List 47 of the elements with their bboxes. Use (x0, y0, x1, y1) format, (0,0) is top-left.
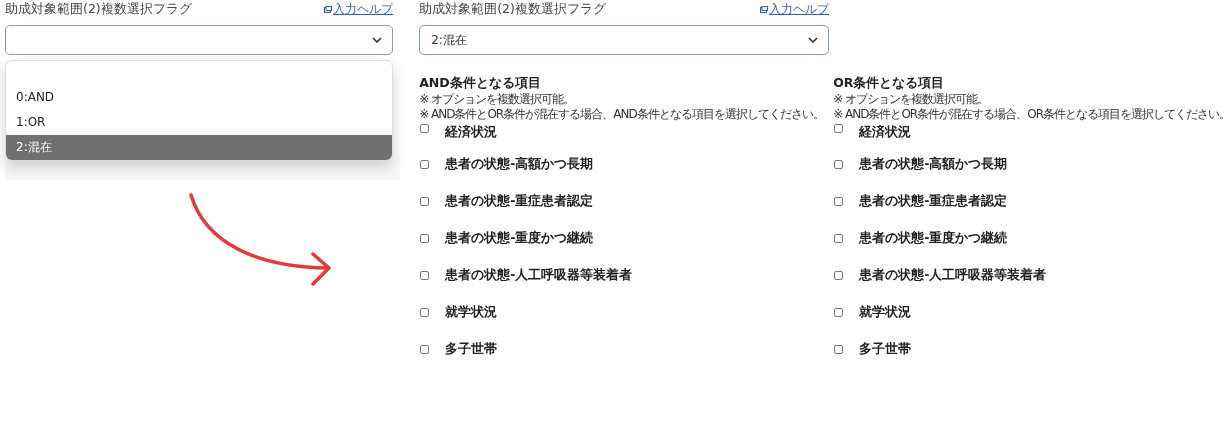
option-label: 多子世帯 (445, 341, 498, 358)
checkbox[interactable] (834, 345, 844, 354)
note-text: ※ オプションを複数選択可能。 (419, 92, 575, 107)
note-text: ※ AND条件とOR条件が混在する場合、OR条件となる項目を選択してください。 (833, 107, 1230, 122)
checkbox[interactable] (834, 234, 844, 243)
checkbox[interactable] (834, 197, 844, 206)
option-label: 経済状況 (445, 124, 498, 141)
dropdown-option[interactable]: 2:混在 (6, 135, 392, 160)
option-label: 患者の状態-重症患者認定 (445, 193, 594, 210)
field-label: 助成対象範囲(2)複数選択フラグ (5, 1, 192, 18)
option-label: 患者の状態-人工呼吸器等装着者 (859, 267, 1047, 284)
checkbox[interactable] (420, 308, 430, 317)
option-label: 患者の状態-重度かつ継続 (859, 230, 1008, 247)
chevron-down-icon (372, 37, 382, 43)
checkbox[interactable] (834, 124, 844, 133)
option-label: 患者の状態-人工呼吸器等装着者 (445, 267, 633, 284)
checkbox[interactable] (420, 234, 430, 243)
external-link-icon (324, 6, 332, 13)
select-field[interactable] (5, 25, 393, 55)
select-field[interactable]: 2:混在 (419, 25, 830, 55)
chevron-down-icon (808, 37, 819, 43)
option-label: 患者の状態-高額かつ長期 (859, 156, 1008, 173)
field-label: 助成対象範囲(2)複数選択フラグ (419, 1, 606, 18)
option-label: 患者の状態-重度かつ継続 (445, 230, 594, 247)
checkbox[interactable] (834, 308, 844, 317)
help-link[interactable]: 入力ヘルプ (760, 1, 830, 18)
checkbox[interactable] (420, 271, 430, 280)
dropdown-option[interactable]: 1:OR (6, 110, 392, 135)
checkbox[interactable] (420, 197, 430, 206)
option-label: 就学状況 (445, 304, 498, 321)
option-label: 経済状況 (859, 124, 912, 141)
checkbox[interactable] (420, 160, 430, 169)
option-label: 患者の状態-高額かつ長期 (445, 156, 594, 173)
checkbox[interactable] (834, 271, 844, 280)
checkbox[interactable] (420, 345, 430, 354)
dropdown-option[interactable]: 0:AND (6, 85, 392, 110)
checkbox[interactable] (834, 160, 844, 169)
group-heading: OR条件となる項目 (833, 75, 946, 92)
group-heading: AND条件となる項目 (419, 75, 542, 92)
external-link-icon (760, 6, 769, 13)
checkbox[interactable] (420, 124, 430, 133)
help-link[interactable]: 入力ヘルプ (324, 1, 393, 18)
option-label: 患者の状態-重症患者認定 (859, 193, 1008, 210)
option-label: 就学状況 (859, 304, 912, 321)
note-text: ※ AND条件とOR条件が混在する場合、AND条件となる項目を選択してください。 (419, 107, 825, 122)
option-label: 多子世帯 (859, 341, 912, 358)
note-text: ※ オプションを複数選択可能。 (833, 92, 989, 107)
